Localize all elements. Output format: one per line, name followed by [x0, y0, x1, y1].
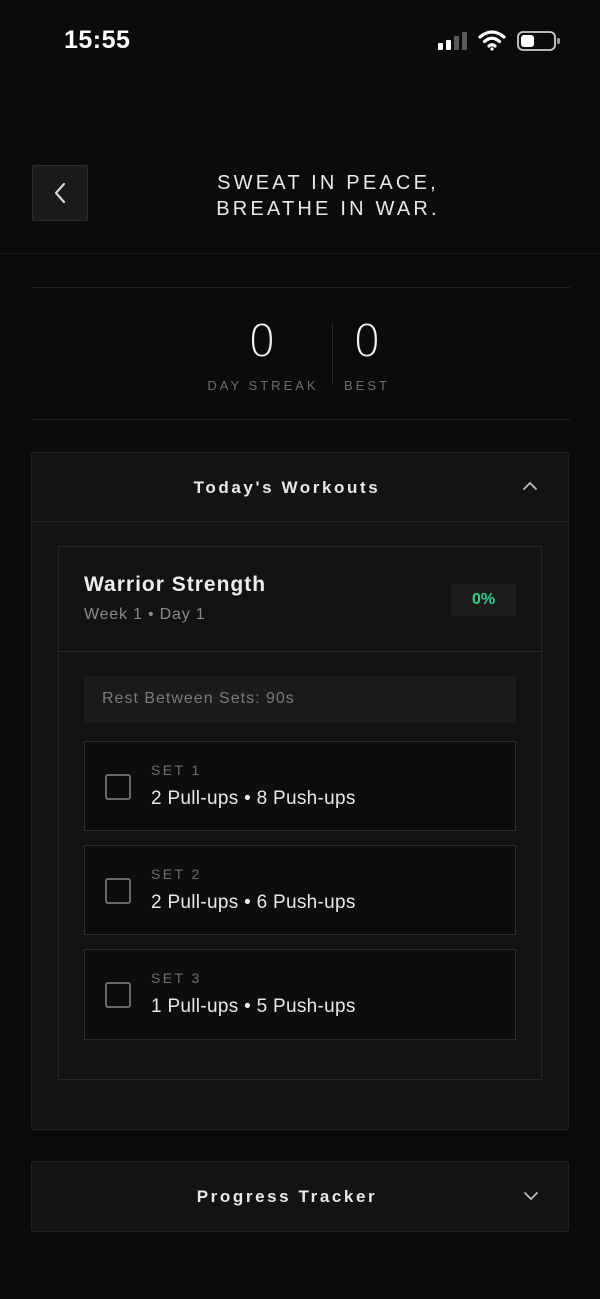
battery-icon: [517, 31, 560, 51]
set-3-detail: 1 Pull-ups • 5 Push-ups: [151, 996, 356, 1017]
best-label: BEST: [344, 378, 390, 393]
set-row-1[interactable]: SET 1 2 Pull-ups • 8 Push-ups: [84, 741, 516, 831]
day-streak-label: DAY STREAK: [207, 378, 319, 393]
set-2-detail: 2 Pull-ups • 6 Push-ups: [151, 892, 356, 913]
divider: [32, 419, 570, 420]
status-time: 15:55: [64, 26, 131, 54]
set-row-3[interactable]: SET 3 1 Pull-ups • 5 Push-ups: [84, 949, 516, 1040]
header-divider: [0, 253, 600, 254]
todays-workouts-header[interactable]: Today's Workouts: [32, 453, 568, 521]
day-streak-value: 0: [248, 316, 276, 367]
todays-workouts-title: Today's Workouts: [193, 478, 381, 497]
wifi-icon: [478, 30, 506, 51]
set-1-label: SET 1: [151, 762, 202, 778]
page-title-line-1: SWEAT IN PEACE,: [217, 172, 439, 194]
chevron-down-icon: [524, 1192, 538, 1200]
set-1-detail: 2 Pull-ups • 8 Push-ups: [151, 788, 356, 809]
set-1-checkbox[interactable]: [105, 774, 131, 800]
workout-title: Warrior Strength: [84, 573, 267, 596]
panel-divider: [32, 521, 568, 522]
divider: [32, 287, 570, 288]
progress-tracker-panel[interactable]: Progress Tracker: [31, 1161, 569, 1232]
back-button[interactable]: [32, 165, 88, 221]
progress-tracker-title: Progress Tracker: [196, 1187, 378, 1206]
chevron-left-icon: [54, 182, 66, 204]
signal-icon: [438, 32, 470, 50]
set-2-label: SET 2: [151, 866, 202, 882]
set-row-2[interactable]: SET 2 2 Pull-ups • 6 Push-ups: [84, 845, 516, 935]
progress-badge: 0%: [451, 584, 516, 616]
set-3-label: SET 3: [151, 970, 202, 986]
page-title-line-2: BREATHE IN WAR.: [216, 198, 440, 220]
page-title: SWEAT IN PEACE, BREATHE IN WAR.: [150, 170, 506, 222]
rest-info: Rest Between Sets: 90s: [84, 676, 516, 722]
workout-card-divider: [59, 651, 541, 652]
set-3-checkbox[interactable]: [105, 982, 131, 1008]
best-value: 0: [353, 316, 381, 367]
workout-subtitle: Week 1 • Day 1: [84, 606, 206, 623]
chevron-up-icon: [523, 482, 537, 490]
set-2-checkbox[interactable]: [105, 878, 131, 904]
